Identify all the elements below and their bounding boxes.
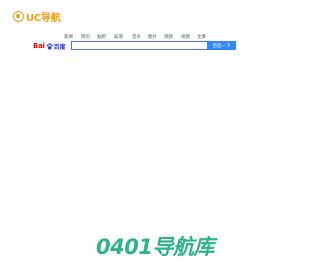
baidu-logo-du: 百度 [53, 43, 66, 51]
baidu-logo[interactable]: Bai 百度 [33, 41, 66, 51]
tab-wenku[interactable]: 文库 [197, 34, 206, 40]
uc-nav-logo[interactable]: UC导航 [13, 9, 61, 24]
uc-logo-text: UC导航 [26, 12, 61, 24]
tab-images[interactable]: 图片 [148, 34, 157, 40]
tab-music[interactable]: 音乐 [132, 34, 141, 40]
uc-logo-icon [13, 10, 24, 22]
baidu-logo-bai: Bai [33, 42, 45, 50]
site-footer-logo: 0401导航库 [96, 235, 214, 259]
tab-tieba[interactable]: 贴吧 [97, 34, 106, 40]
tab-zhidao[interactable]: 知道 [114, 34, 123, 40]
search-button[interactable]: 百度一下 [207, 41, 236, 50]
tab-video[interactable]: 视频 [164, 34, 173, 40]
baidu-paw-icon [46, 43, 53, 50]
tab-news[interactable]: 新闻 [64, 34, 73, 40]
tab-map[interactable]: 地图 [181, 34, 190, 40]
tab-web[interactable]: 网页 [81, 34, 90, 40]
search-input[interactable] [71, 41, 207, 50]
